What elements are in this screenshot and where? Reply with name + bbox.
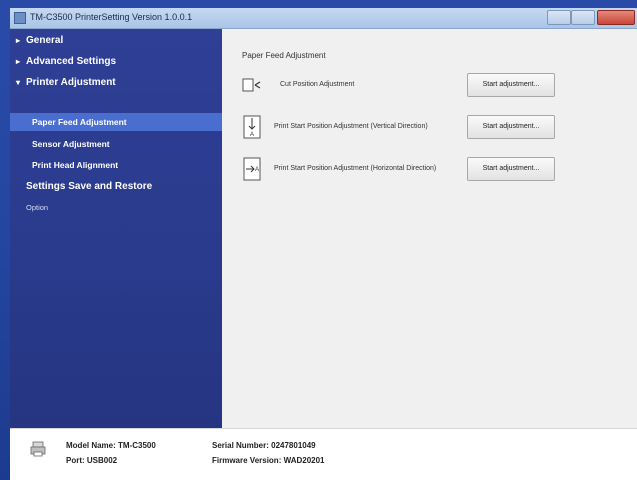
sidebar-item-settings-save-restore[interactable]: Settings Save and Restore — [26, 181, 152, 192]
row-label: Print Start Position Adjustment (Vertica… — [274, 123, 428, 130]
sidebar-item-label: Printer Adjustment — [26, 77, 116, 88]
status-footer: Model Name: TM-C3500 Port: USB002 Serial… — [10, 428, 637, 480]
serial-number-label: Serial Number: 0247801049 — [212, 441, 316, 450]
maximize-button[interactable] — [571, 10, 595, 25]
printer-icon — [30, 441, 46, 457]
caret-right-icon: ▸ — [16, 57, 21, 66]
sidebar-item-label: Paper Feed Adjustment — [32, 117, 127, 127]
minimize-button[interactable] — [547, 10, 571, 25]
sidebar-item-sensor-adjustment[interactable]: Sensor Adjustment — [32, 139, 110, 149]
firmware-version-label: Firmware Version: WAD20201 — [212, 456, 325, 465]
horizontal-position-icon: A — [243, 157, 261, 181]
sidebar-item-general[interactable]: ▸ General — [16, 35, 63, 46]
sidebar-item-print-head-alignment[interactable]: Print Head Alignment — [32, 160, 118, 170]
sidebar-item-label: Settings Save and Restore — [26, 181, 153, 192]
caret-down-icon: ▾ — [16, 78, 21, 87]
start-adjustment-button[interactable]: Start adjustment... — [467, 157, 555, 181]
sidebar-item-label: General — [26, 35, 64, 46]
sidebar-item-label: Sensor Adjustment — [32, 139, 110, 149]
sidebar-item-label: Advanced Settings — [26, 56, 117, 67]
window-title: TM-C3500 PrinterSetting Version 1.0.0.1 — [30, 12, 193, 22]
sidebar-item-paper-feed-adjustment[interactable]: Paper Feed Adjustment — [32, 117, 127, 127]
main-content: Paper Feed Adjustment Cut Position Adjus… — [222, 29, 637, 428]
sidebar-item-advanced-settings[interactable]: ▸ Advanced Settings — [16, 56, 116, 67]
sidebar: ▸ General ▸ Advanced Settings ▾ Printer Adj… — [10, 29, 222, 428]
svg-text:A: A — [250, 132, 254, 138]
section-title: Paper Feed Adjustment — [242, 51, 326, 60]
sidebar-item-option[interactable]: Option — [26, 203, 48, 212]
cut-position-icon — [242, 78, 261, 92]
row-label: Cut Position Adjustment — [280, 81, 355, 88]
app-window: TM-C3500 PrinterSetting Version 1.0.0.1 … — [10, 8, 637, 480]
caret-right-icon: ▸ — [16, 36, 21, 45]
row-label: Print Start Position Adjustment (Horizon… — [274, 165, 437, 172]
port-label: Port: USB002 — [66, 456, 118, 465]
vertical-position-icon: A — [243, 115, 261, 139]
sidebar-item-printer-adjustment[interactable]: ▾ Printer Adjustment — [16, 77, 116, 88]
sidebar-item-label: Option — [26, 203, 49, 212]
start-adjustment-button[interactable]: Start adjustment... — [467, 73, 555, 97]
model-name-label: Model Name: TM-C3500 — [66, 441, 156, 450]
title-bar[interactable]: TM-C3500 PrinterSetting Version 1.0.0.1 — [10, 8, 637, 29]
start-adjustment-button[interactable]: Start adjustment... — [467, 115, 555, 139]
sidebar-item-label: Print Head Alignment — [32, 160, 119, 170]
close-button[interactable] — [597, 10, 635, 25]
svg-text:A: A — [255, 167, 259, 173]
app-icon — [14, 12, 26, 24]
